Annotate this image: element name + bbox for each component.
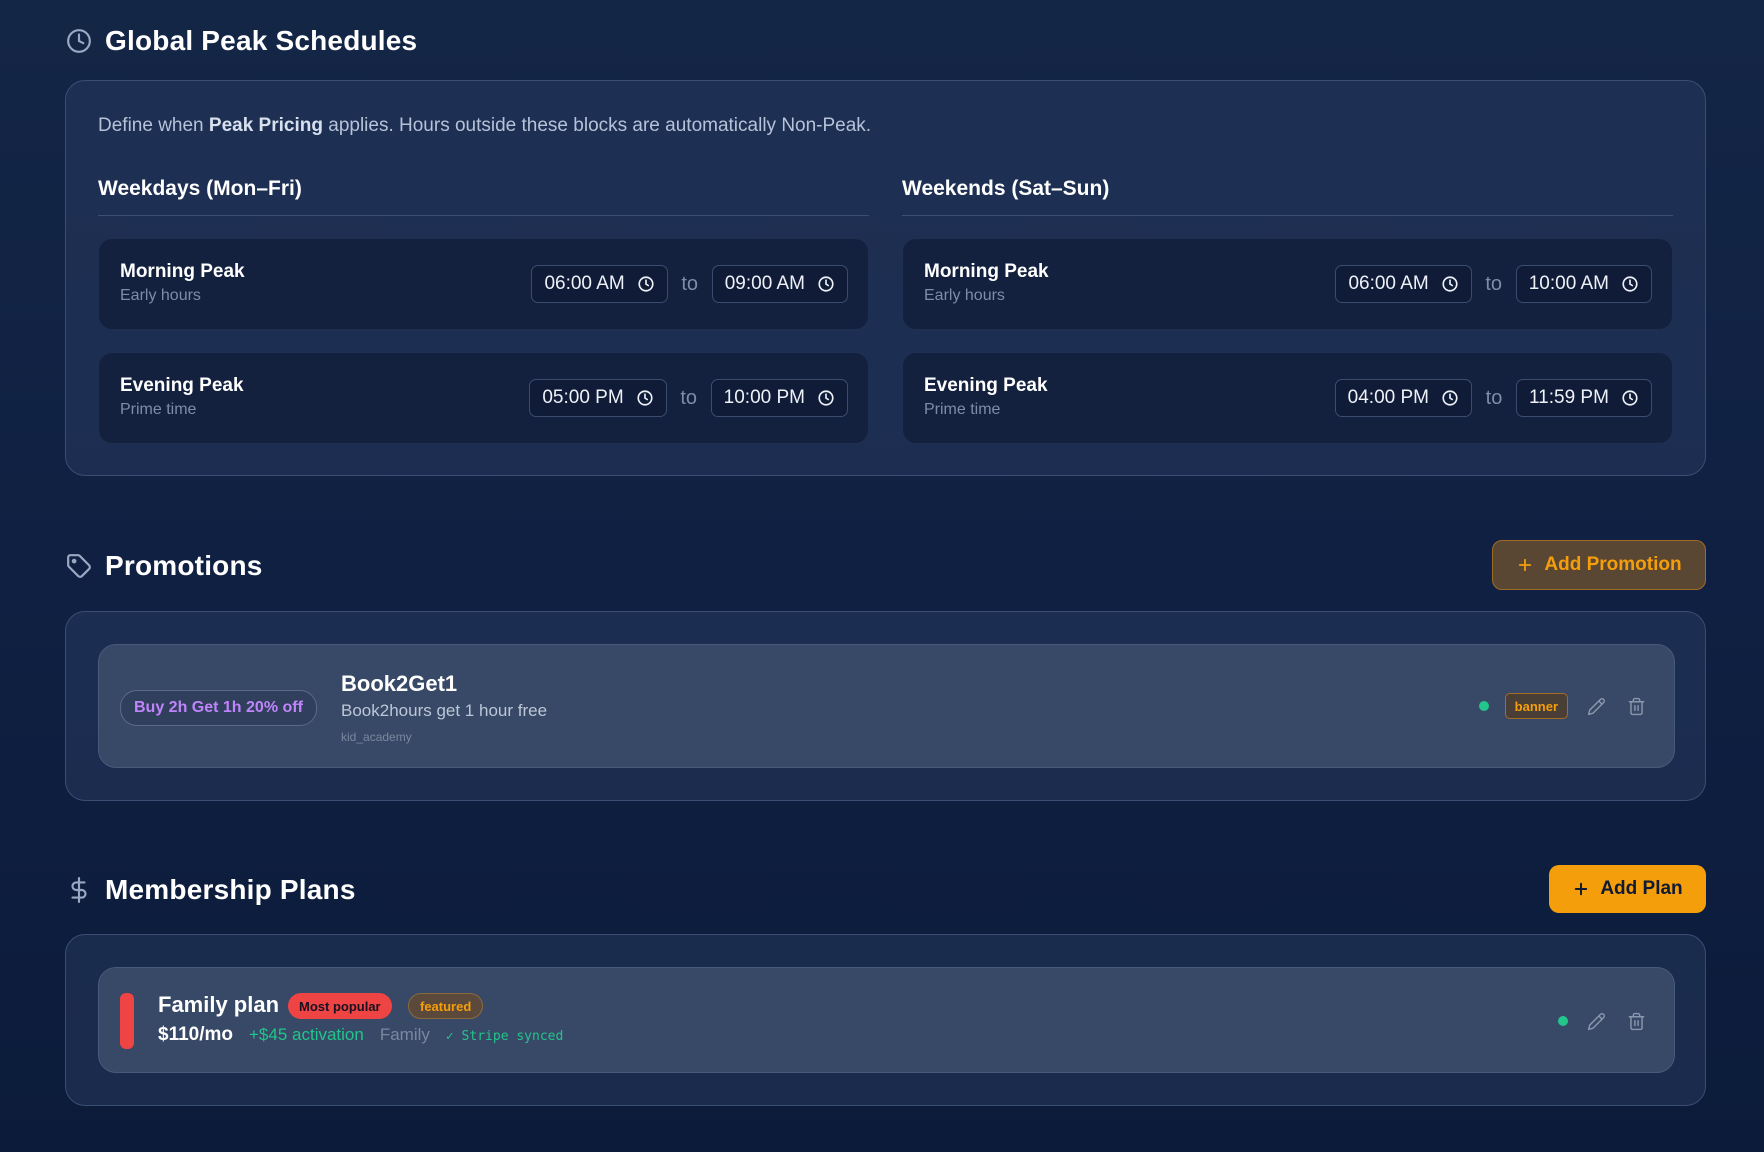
weekdays-title: Weekdays (Mon–Fri) [98,177,869,216]
plan-price: $110/mo [158,1024,233,1045]
promotion-actions: banner [1478,693,1648,719]
weekend-evening-peak-row: Evening Peak Prime time 04:00 PM to 11:5… [902,352,1673,444]
plan-meta: $110/mo +$45 activation Family ✓ Stripe … [158,1024,563,1046]
peak-subtitle: Early hours [924,287,1005,304]
clock-icon [818,276,834,292]
stripe-sync-status: ✓ Stripe synced [445,1029,564,1044]
weekday-evening-peak-row: Evening Peak Prime time 05:00 PM to 10:0… [98,352,869,444]
peak-desc-suffix: applies. Hours outside these blocks are … [322,115,872,136]
plan-card: Family plan Most popular featured $110/m… [98,967,1675,1073]
tag-icon [65,552,93,580]
to-label: to [1485,272,1503,295]
clock-icon [1442,276,1458,292]
promotion-card: Buy 2h Get 1h 20% off Book2Get1 Book2hou… [98,644,1675,768]
add-promotion-button[interactable]: Add Promotion [1492,540,1706,590]
active-status-dot [1558,1016,1568,1026]
add-plan-label: Add Plan [1600,878,1683,899]
plans-section-header: Membership Plans [65,874,356,906]
plus-icon [1519,558,1532,572]
promotions-panel: Buy 2h Get 1h 20% off Book2Get1 Book2hou… [65,611,1706,801]
promotion-offer-pill: Buy 2h Get 1h 20% off [120,690,317,726]
edit-icon[interactable] [1584,1009,1608,1033]
most-popular-badge: Most popular [288,993,392,1019]
peak-name: Morning Peak [924,261,1049,282]
promotion-slug: kid_academy [341,730,412,744]
plan-activation-fee: +$45 activation [249,1025,364,1044]
peak-name: Evening Peak [924,375,1048,396]
weekend-morning-peak-row: Morning Peak Early hours 06:00 AM to 10:… [902,238,1673,330]
weekends-title: Weekends (Sat–Sun) [902,177,1673,216]
clock-icon [1622,390,1638,406]
peak-subtitle: Prime time [120,401,197,418]
end-time-value: 10:00 AM [1528,273,1609,294]
peak-name: Morning Peak [120,261,245,282]
start-time-value: 06:00 AM [1348,273,1429,294]
end-time-input[interactable]: 10:00 PM [710,379,848,417]
start-time-input[interactable]: 05:00 PM [529,379,667,417]
plan-category: Family [379,1025,430,1044]
dollar-icon [65,876,93,904]
promotion-title: Book2Get1 [341,671,458,696]
peak-section-title: Global Peak Schedules [105,25,418,56]
end-time-input[interactable]: 11:59 PM [1516,379,1652,417]
peak-desc-prefix: Define when [98,115,209,136]
trash-icon[interactable] [1624,694,1648,718]
clock-icon [637,390,653,406]
promotions-title: Promotions [105,550,263,581]
peak-description: Define when Peak Pricing applies. Hours … [98,115,871,137]
clock-icon [65,27,93,55]
plans-panel: Family plan Most popular featured $110/m… [65,934,1706,1106]
add-promotion-label: Add Promotion [1544,554,1682,575]
time-range: 06:00 AM to 10:00 AM [1335,265,1652,303]
clock-icon [1442,390,1458,406]
weekends-column: Weekends (Sat–Sun) Morning Peak Early ho… [902,177,1673,444]
time-range: 05:00 PM to 10:00 PM [529,379,848,417]
peak-subtitle: Early hours [120,287,201,304]
plan-actions [1558,1009,1648,1033]
banner-tag: banner [1504,693,1568,719]
clock-icon [818,390,834,406]
time-range: 04:00 PM to 11:59 PM [1334,379,1652,417]
clock-icon [638,276,654,292]
peak-section-header: Global Peak Schedules [65,25,417,57]
start-time-value: 05:00 PM [542,387,624,408]
time-range: 06:00 AM to 09:00 AM [531,265,848,303]
add-plan-button[interactable]: Add Plan [1549,865,1706,913]
end-time-input[interactable]: 09:00 AM [711,265,848,303]
start-time-input[interactable]: 06:00 AM [531,265,668,303]
promotion-description: Book2hours get 1 hour free [341,701,548,720]
start-time-value: 04:00 PM [1347,387,1429,408]
end-time-value: 10:00 PM [723,387,805,408]
trash-icon[interactable] [1624,1009,1648,1033]
to-label: to [681,272,699,295]
weekday-morning-peak-row: Morning Peak Early hours 06:00 AM to 09:… [98,238,869,330]
peak-desc-bold: Peak Pricing [208,115,323,136]
to-label: to [1485,386,1503,409]
plans-title: Membership Plans [105,874,356,905]
start-time-input[interactable]: 04:00 PM [1334,379,1472,417]
edit-icon[interactable] [1584,694,1608,718]
clock-icon [1622,276,1638,292]
plan-title: Family plan [158,992,280,1017]
peak-schedules-panel: Define when Peak Pricing applies. Hours … [65,80,1706,476]
plan-color-bar [120,993,134,1049]
promotions-section-header: Promotions [65,550,263,582]
plus-icon [1575,882,1588,896]
active-status-dot [1478,701,1489,711]
peak-name: Evening Peak [120,375,244,396]
end-time-value: 11:59 PM [1529,387,1609,408]
to-label: to [680,386,698,409]
end-time-value: 09:00 AM [724,273,805,294]
featured-badge: featured [408,993,484,1019]
start-time-value: 06:00 AM [544,273,625,294]
peak-subtitle: Prime time [924,401,1001,418]
end-time-input[interactable]: 10:00 AM [1515,265,1652,303]
weekdays-column: Weekdays (Mon–Fri) Morning Peak Early ho… [98,177,869,444]
start-time-input[interactable]: 06:00 AM [1335,265,1472,303]
